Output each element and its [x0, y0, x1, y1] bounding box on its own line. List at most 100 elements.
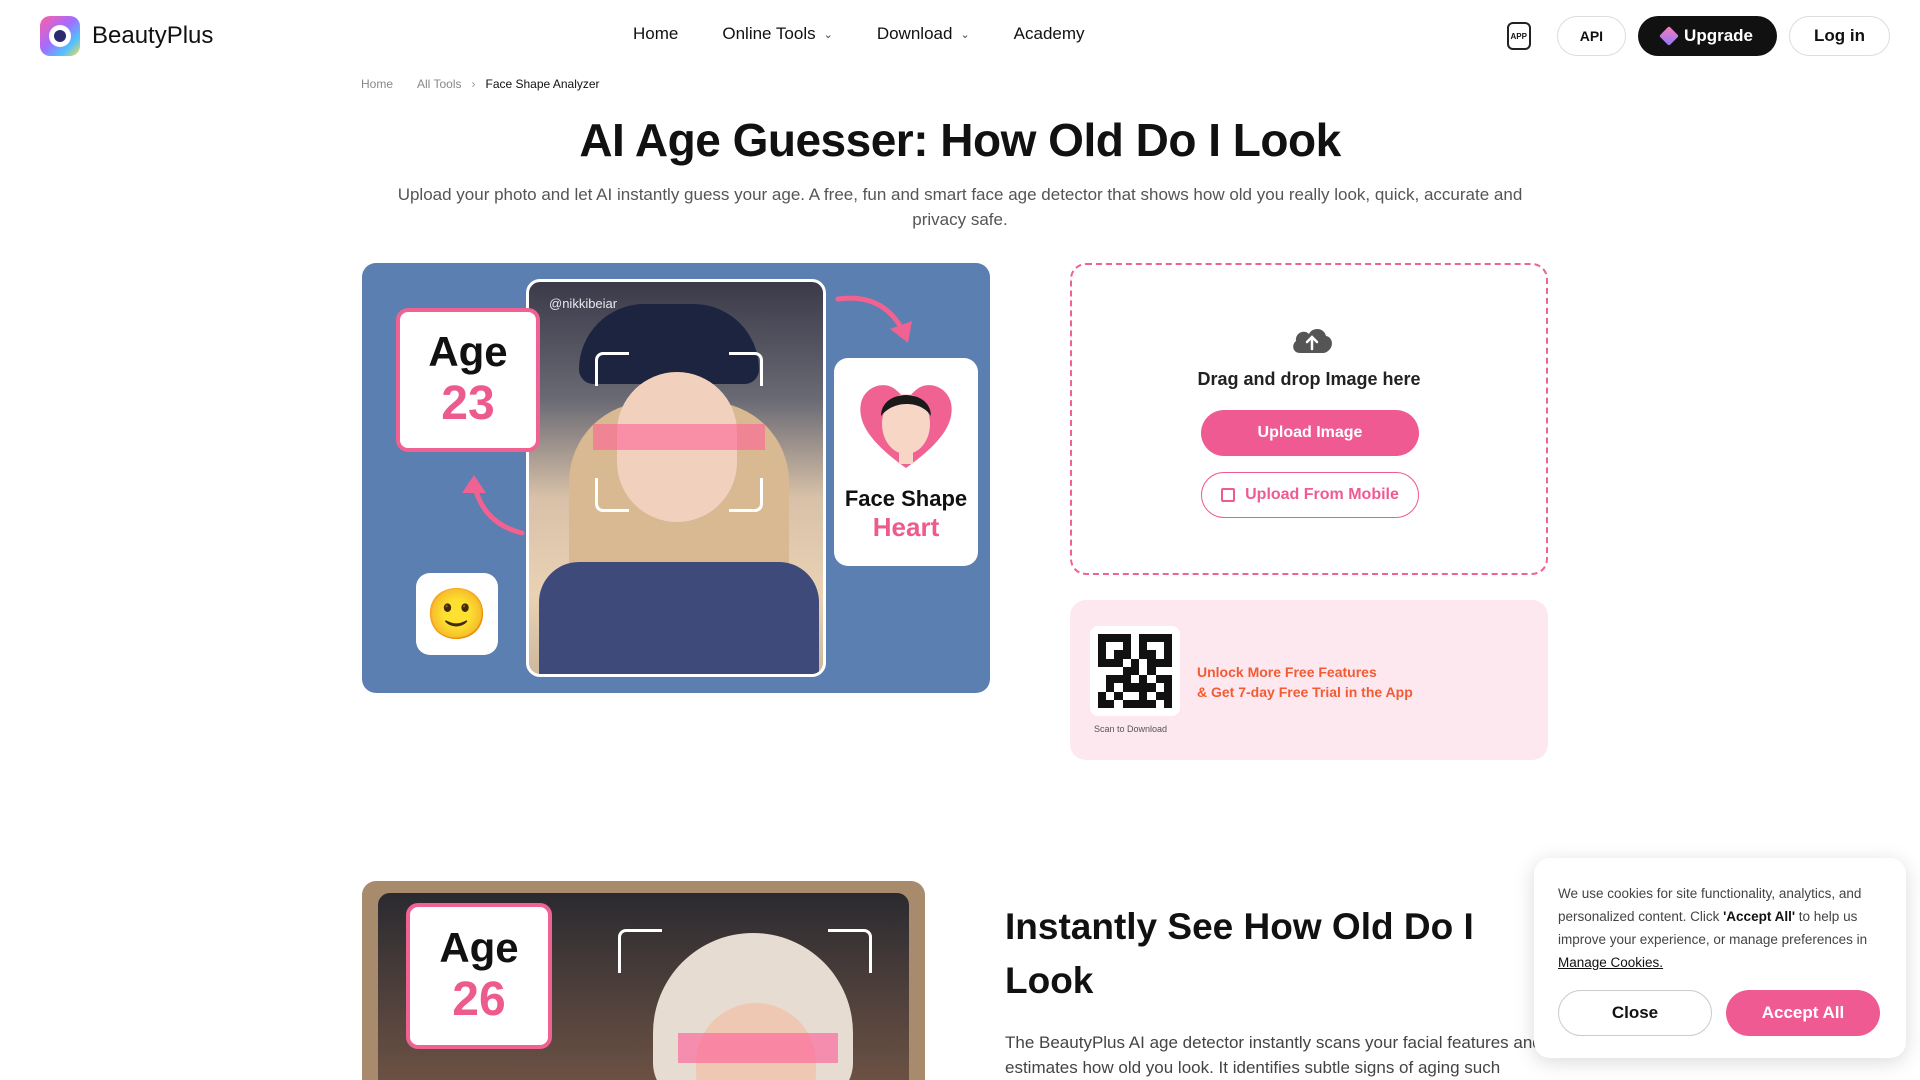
brand-logo[interactable]: BeautyPlus [40, 16, 213, 56]
qr-module [1163, 675, 1172, 684]
qr-module [1130, 675, 1140, 684]
qr-module [1114, 650, 1123, 659]
qr-module [1114, 675, 1123, 684]
cookie-text: We use cookies for site functionality, a… [1558, 882, 1888, 974]
breadcrumb-home[interactable]: Home [361, 77, 393, 91]
qr-module [1139, 683, 1148, 692]
qr-module [1098, 691, 1107, 700]
qr-module [1122, 658, 1131, 667]
qr-module [1155, 658, 1164, 667]
focus-bracket-br [729, 478, 763, 512]
qr-module [1122, 634, 1131, 643]
curved-arrow-icon [835, 295, 912, 343]
upload-from-mobile-button[interactable]: Upload From Mobile [1201, 472, 1419, 518]
qr-module [1098, 675, 1107, 684]
qr-module [1106, 642, 1115, 651]
app-download-icon[interactable]: APP [1506, 22, 1531, 50]
upgrade-label: Upgrade [1684, 26, 1754, 45]
qr-module [1098, 650, 1107, 659]
app-promo-card: Scan to Download Unlock More Free Featur… [1070, 600, 1548, 760]
nav-academy[interactable]: Academy [1014, 24, 1085, 44]
face-shape-label: Face Shape [844, 486, 968, 511]
age-value: 26 [452, 973, 506, 1026]
qr-module [1122, 642, 1131, 651]
nav-home[interactable]: Home [633, 24, 678, 44]
qr-module [1106, 634, 1115, 643]
qr-module [1139, 650, 1148, 659]
chevron-down-icon: ⌄ [960, 28, 970, 41]
focus-bracket-tr [729, 352, 763, 386]
section2-illustration: Age 26 [362, 881, 925, 1080]
scan-bar [678, 1033, 838, 1063]
upload-image-button[interactable]: Upload Image [1201, 410, 1419, 456]
beautyplus-logo-icon [40, 16, 80, 56]
qr-module [1106, 683, 1115, 692]
photo-hoodie [539, 562, 819, 674]
age-result-card: Age 23 [396, 308, 540, 452]
qr-module [1163, 691, 1172, 700]
emoji-card: 🙂 [416, 573, 498, 655]
login-button[interactable]: Log in [1789, 16, 1890, 56]
qr-module [1122, 683, 1131, 692]
cookie-text-bold: 'Accept All' [1723, 909, 1796, 924]
qr-module [1114, 634, 1123, 643]
qr-module [1130, 650, 1140, 659]
qr-module [1122, 675, 1131, 684]
qr-module [1147, 634, 1156, 643]
age-result-card-2: Age 26 [406, 903, 552, 1049]
focus-bracket-tl [618, 929, 662, 973]
chevron-right-icon: › [471, 77, 476, 91]
qr-module [1155, 666, 1164, 676]
page-subtitle: Upload your photo and let AI instantly g… [397, 185, 1523, 229]
qr-module [1130, 642, 1140, 651]
qr-module [1114, 691, 1123, 700]
qr-module [1163, 699, 1172, 708]
qr-module [1106, 699, 1115, 708]
page-title: AI Age Guesser: How Old Do I Look [579, 114, 1341, 166]
qr-module [1130, 658, 1140, 667]
focus-bracket-bl [595, 478, 629, 512]
qr-module [1106, 666, 1115, 676]
scan-bar [593, 424, 765, 450]
qr-module [1155, 699, 1164, 708]
section2-title: Instantly See How Old Do I Look [1005, 906, 1474, 1001]
qr-module [1130, 699, 1140, 708]
qr-module [1147, 642, 1156, 651]
nav-download[interactable]: Download ⌄ [877, 24, 970, 44]
qr-module [1139, 634, 1148, 643]
qr-module [1147, 650, 1156, 659]
promo-line-2: & Get 7-day Free Trial in the App [1197, 684, 1413, 700]
heart-face-icon [860, 385, 952, 468]
nav-home-label: Home [633, 24, 679, 43]
promo-text[interactable]: Unlock More Free Features & Get 7-day Fr… [1197, 662, 1413, 702]
qr-module [1139, 642, 1148, 651]
upgrade-button[interactable]: Upgrade [1638, 16, 1778, 56]
qr-module [1155, 634, 1164, 643]
qr-module [1130, 683, 1140, 692]
upload-dropzone[interactable]: Drag and drop Image here Upload Image Up… [1070, 263, 1548, 575]
qr-code-icon [1221, 488, 1236, 502]
api-button[interactable]: API [1556, 16, 1627, 56]
nav-academy-label: Academy [1013, 24, 1085, 43]
cookie-close-button[interactable]: Close [1558, 990, 1712, 1036]
qr-module [1147, 691, 1156, 700]
cookie-banner: We use cookies for site functionality, a… [1534, 858, 1906, 1058]
cookie-accept-all-button[interactable]: Accept All [1726, 990, 1880, 1036]
qr-module [1147, 699, 1156, 708]
qr-module [1114, 642, 1123, 651]
qr-module [1155, 683, 1164, 692]
qr-module [1130, 666, 1140, 676]
qr-module [1163, 683, 1172, 692]
qr-module [1163, 658, 1172, 667]
qr-module [1098, 634, 1107, 643]
manage-cookies-link[interactable]: Manage Cookies. [1558, 955, 1663, 970]
qr-module [1098, 666, 1107, 676]
qr-module [1130, 634, 1140, 643]
gem-icon [1659, 26, 1679, 46]
nav-links: Home Online Tools ⌄ Download ⌄ Academy [633, 24, 1085, 44]
nav-online-tools[interactable]: Online Tools ⌄ [722, 24, 832, 44]
qr-module [1106, 650, 1115, 659]
breadcrumb-all-tools[interactable]: All Tools [417, 77, 461, 91]
qr-module [1122, 699, 1131, 708]
qr-module [1114, 683, 1123, 692]
